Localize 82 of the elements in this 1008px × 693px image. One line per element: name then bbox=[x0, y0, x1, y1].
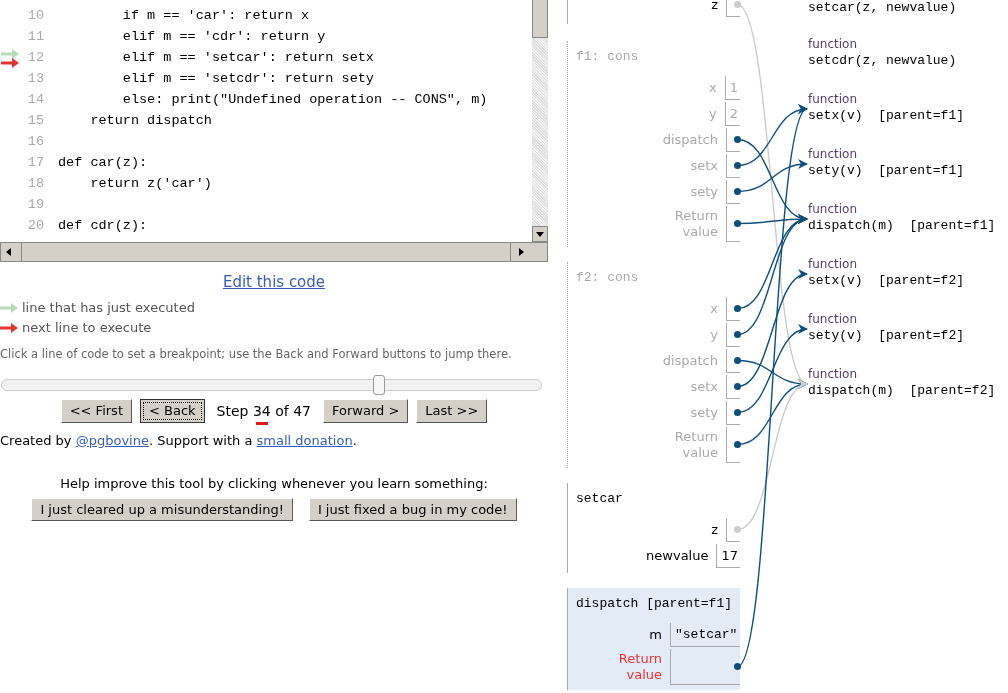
frame-title: f1: cons bbox=[576, 49, 640, 65]
line-number: 20 bbox=[26, 217, 44, 236]
object-type-label: function bbox=[808, 201, 859, 217]
slider-thumb[interactable] bbox=[373, 375, 386, 396]
frame-title: dispatch [parent=f1] bbox=[576, 596, 734, 612]
variable-name: dispatch bbox=[662, 353, 719, 369]
vertical-scrollbar[interactable] bbox=[532, 0, 548, 242]
credit-link[interactable]: @pgbovine bbox=[75, 432, 149, 448]
code-line[interactable]: def car(z): bbox=[44, 153, 148, 174]
line-number: 19 bbox=[26, 196, 44, 215]
variable-name: z bbox=[711, 522, 719, 538]
function-signature: sety(v) [parent=f1] bbox=[808, 162, 966, 180]
variable-name: setx bbox=[690, 379, 719, 395]
code-line[interactable]: return z('car') bbox=[44, 174, 212, 195]
nav-button[interactable]: Forward > bbox=[322, 399, 409, 423]
return-value-label: Return value bbox=[673, 429, 719, 461]
horizontal-scrollbar[interactable] bbox=[0, 242, 548, 262]
code-line[interactable]: elif m == 'setcar': return setx bbox=[44, 48, 374, 69]
line-number: 16 bbox=[26, 133, 44, 152]
variable-name: sety bbox=[690, 184, 719, 200]
variable-name: x bbox=[710, 301, 719, 317]
function-signature: setcdr(z, newvalue) bbox=[808, 52, 958, 70]
function-signature: dispatch(m) [parent=f2] bbox=[808, 382, 996, 400]
function-signature: setcar(z, newvalue) bbox=[808, 0, 958, 17]
line-number: 14 bbox=[26, 91, 44, 110]
feedback-prompt: Help improve this tool by clicking whenever you learn something: bbox=[59, 475, 489, 494]
executed-arrow-icon bbox=[0, 303, 18, 313]
frame-title: f2: cons bbox=[576, 270, 640, 286]
code-line[interactable]: else: print("Undefined operation -- CONS", m) bbox=[44, 90, 488, 111]
object-type-label: function bbox=[808, 146, 859, 162]
function-signature: setx(v) [parent=f1] bbox=[808, 107, 966, 125]
variable-name: sety bbox=[690, 405, 719, 421]
nav-button[interactable]: < Back bbox=[140, 399, 205, 423]
object-type-label: function bbox=[808, 311, 859, 327]
object-type-label: function bbox=[808, 256, 859, 272]
variable-value: 1 bbox=[724, 76, 740, 100]
step-total: of 47 bbox=[275, 402, 311, 419]
breakpoint-hint: Click a line of code to set a breakpoint; use the Back and Forward buttons to jump there. bbox=[0, 346, 513, 363]
variable-name: y bbox=[709, 106, 718, 122]
line-number: 12 bbox=[26, 49, 44, 68]
next-arrow-icon bbox=[0, 323, 18, 333]
variable-name: m bbox=[649, 627, 663, 643]
edit-code-link[interactable]: Edit this code bbox=[222, 273, 326, 291]
code-line[interactable]: elif m == 'setcdr': return sety bbox=[44, 69, 374, 90]
variable-name: newvalue bbox=[646, 548, 710, 564]
step-label: Step bbox=[216, 402, 249, 419]
feedback-button[interactable]: I just cleared up a misunderstanding! bbox=[31, 497, 293, 522]
variable-name: setx bbox=[690, 158, 719, 174]
object-type-label: function bbox=[808, 366, 859, 382]
credits-text: Created by @pgbovine. Support with a small donation. bbox=[0, 431, 358, 450]
return-value-label: Return value bbox=[673, 208, 719, 240]
line-number: 13 bbox=[26, 70, 44, 89]
code-line[interactable]: def cdr(z): bbox=[44, 216, 148, 237]
variable-value: 17 bbox=[716, 544, 740, 568]
code-line[interactable]: elif m == 'cdr': return y bbox=[44, 27, 326, 48]
function-signature: dispatch(m) [parent=f1] bbox=[808, 217, 996, 235]
variable-value: 2 bbox=[724, 102, 740, 126]
frame-title: setcar bbox=[576, 491, 624, 507]
variable-value: "setcar" bbox=[670, 623, 740, 647]
nav-button[interactable]: Last >> bbox=[416, 399, 488, 423]
variable-name: z bbox=[711, 0, 719, 13]
code-line[interactable]: if m == 'car': return x bbox=[44, 6, 310, 27]
object-type-label: function bbox=[808, 36, 859, 52]
nav-button[interactable]: << First bbox=[60, 399, 132, 423]
function-signature: setx(v) [parent=f2] bbox=[808, 272, 966, 290]
function-signature: sety(v) [parent=f2] bbox=[808, 327, 966, 345]
line-number: 18 bbox=[26, 175, 44, 194]
step-number: 34 bbox=[252, 402, 271, 422]
credit-link[interactable]: small donation bbox=[256, 432, 353, 448]
variable-name: x bbox=[709, 80, 718, 96]
line-number: 15 bbox=[26, 112, 44, 131]
return-value-label: Return value bbox=[617, 651, 663, 683]
line-number: 17 bbox=[26, 154, 44, 173]
legend-text: line that has just executed bbox=[22, 299, 195, 318]
code-line[interactable]: return dispatch bbox=[44, 111, 212, 132]
object-type-label: function bbox=[808, 91, 859, 107]
feedback-button[interactable]: I just fixed a bug in my code! bbox=[308, 497, 517, 522]
line-number: 10 bbox=[26, 7, 44, 26]
line-number: 11 bbox=[26, 28, 44, 47]
variable-name: dispatch bbox=[662, 132, 719, 148]
legend-text: next line to execute bbox=[22, 319, 152, 338]
variable-name: y bbox=[710, 327, 719, 343]
